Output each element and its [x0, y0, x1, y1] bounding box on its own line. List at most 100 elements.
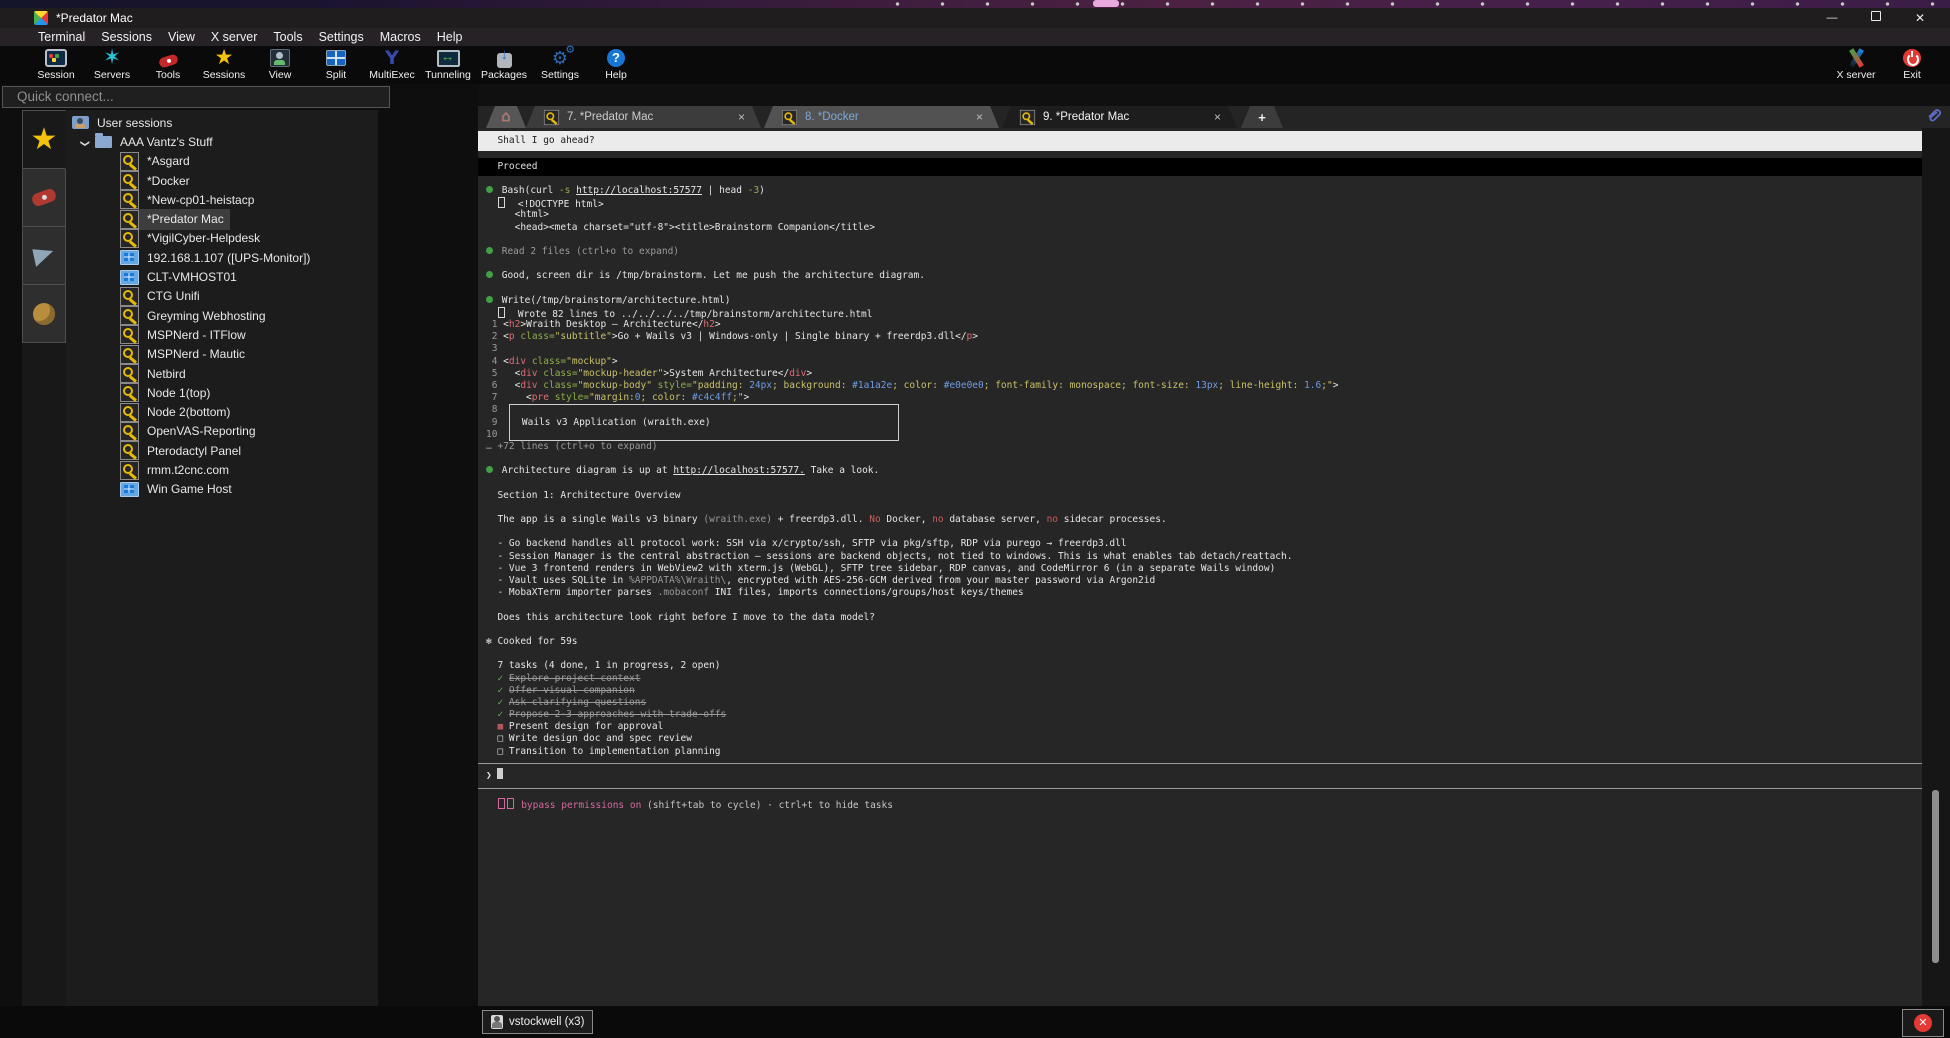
tree-item-node-2-bottom[interactable]: Node 2(bottom) — [66, 402, 378, 421]
tree-item-new-cp01-heistacp[interactable]: *New-cp01-heistacp — [66, 190, 378, 209]
toolbar-button-split[interactable]: Split — [308, 46, 364, 84]
xserver-icon — [1846, 46, 1866, 70]
toolbar-button-packages[interactable]: Packages — [476, 46, 532, 84]
attachment-paperclip-icon[interactable] — [1926, 108, 1944, 124]
terminal-line: - Go backend handles all protocol work: … — [478, 538, 1922, 550]
terminal-line: Write(/tmp/brainstorm/architecture.html) — [478, 295, 1922, 307]
tree-item-pterodactyl-panel[interactable]: Pterodactyl Panel — [66, 441, 378, 460]
view-icon — [270, 46, 290, 70]
prompt-input[interactable]: ❯ — [478, 763, 1922, 789]
terminal-output[interactable]: Shall I go ahead? Proceed Bash(curl -s h… — [478, 128, 1922, 1006]
tree-item-predator-mac[interactable]: *Predator Mac — [66, 209, 378, 228]
app-logo-icon — [34, 11, 48, 25]
terminal-line — [478, 258, 1922, 270]
terminal-line: … +72 lines (ctrl+o to expand) — [478, 441, 1922, 453]
menu-item-tools[interactable]: Tools — [265, 30, 310, 44]
menu-item-view[interactable]: View — [160, 30, 203, 44]
tree-item-mspnerd-itflow[interactable]: MSPNerd - ITFlow — [66, 325, 378, 344]
tree-item-openvas-reporting[interactable]: OpenVAS-Reporting — [66, 422, 378, 441]
title-bar[interactable]: *Predator Mac — ✕ — [0, 8, 1950, 28]
tree-item-192-168-1-107-ups-monitor[interactable]: 192.168.1.107 ([UPS-Monitor]) — [66, 248, 378, 267]
scrollbar-thumb[interactable] — [1932, 790, 1939, 963]
rail-tab-knife[interactable] — [22, 169, 66, 227]
tree-item-docker[interactable]: *Docker — [66, 171, 378, 190]
user-session-button[interactable]: vstockwell (x3) — [482, 1010, 593, 1034]
toolbar-button-help[interactable]: Help — [588, 46, 644, 84]
exit-button-container[interactable]: ✕ — [1902, 1009, 1944, 1037]
toolbar-label-multiexec: MultiExec — [369, 70, 415, 81]
menu-item-macros[interactable]: Macros — [372, 30, 429, 44]
toolbar-button-settings[interactable]: Settings — [532, 46, 588, 84]
toolbar-button-session[interactable]: Session — [28, 46, 84, 84]
toolbar-button-exit[interactable]: Exit — [1884, 46, 1940, 84]
tree-item-user-sessions[interactable]: User sessions — [66, 113, 378, 132]
tree-item-content: *Asgard — [120, 151, 196, 172]
tree-item-ctg-unifi[interactable]: CTG Unifi — [66, 287, 378, 306]
tree-item-netbird[interactable]: Netbird — [66, 364, 378, 383]
toolbar-button-multiexec[interactable]: MultiExec — [364, 46, 420, 84]
tab-close-icon[interactable]: × — [976, 110, 983, 124]
tab-label: 8. *Docker — [805, 111, 968, 123]
toolbar-button-servers[interactable]: Servers — [84, 46, 140, 84]
terminal-scrollbar[interactable] — [1922, 128, 1950, 1006]
tree-item-rmm-t2cnc-com[interactable]: rmm.t2cnc.com — [66, 460, 378, 479]
menu-item-help[interactable]: Help — [429, 30, 471, 44]
tab-7-predator-mac[interactable]: 7. *Predator Mac× — [526, 106, 761, 128]
tree-item-label: Win Game Host — [147, 482, 232, 496]
rail-tab-star[interactable] — [22, 110, 66, 169]
exit-x-icon[interactable]: ✕ — [1914, 1014, 1932, 1032]
menu-item-terminal[interactable]: Terminal — [30, 30, 93, 44]
terminal-line: 1 <h2>Wraith Desktop – Architecture</h2> — [478, 319, 1922, 331]
new-tab-button[interactable]: + — [1241, 106, 1283, 128]
split-icon — [326, 46, 346, 70]
tree-item-label: CTG Unifi — [147, 289, 200, 303]
key-icon — [544, 109, 559, 124]
tree-item-label: Node 2(bottom) — [147, 405, 230, 419]
terminal-line: Architecture diagram is up at http://loc… — [478, 465, 1922, 477]
terminal-line: ✓ Explore project context — [478, 673, 1922, 685]
tree-item-content: MSPNerd - ITFlow — [120, 324, 252, 345]
close-button[interactable]: ✕ — [1898, 8, 1942, 28]
tree-item-label: rmm.t2cnc.com — [147, 463, 229, 477]
tree-item-node-1-top[interactable]: Node 1(top) — [66, 383, 378, 402]
tree-item-label: 192.168.1.107 ([UPS-Monitor]) — [147, 251, 310, 265]
menu-item-sessions[interactable]: Sessions — [93, 30, 160, 44]
toolbar-button-tools[interactable]: Tools — [140, 46, 196, 84]
tree-item-greyming-webhosting[interactable]: Greyming Webhosting — [66, 306, 378, 325]
tree-item-win-game-host[interactable]: Win Game Host — [66, 480, 378, 499]
tree-item-mspnerd-mautic[interactable]: MSPNerd - Mautic — [66, 345, 378, 364]
menu-item-x-server[interactable]: X server — [203, 30, 266, 44]
toolbar-button-sessions[interactable]: Sessions — [196, 46, 252, 84]
rail-tab-plane[interactable] — [22, 227, 66, 285]
tab-close-icon[interactable]: × — [1214, 110, 1221, 124]
terminal-line: 8 — [478, 404, 1922, 416]
tree-item-content: CTG Unifi — [120, 286, 206, 307]
terminal-line — [478, 526, 1922, 538]
rail-tab-globe[interactable] — [22, 285, 66, 343]
quick-connect-input[interactable]: Quick connect... — [2, 86, 390, 108]
terminal-line: ✓ Ask clarifying questions — [478, 697, 1922, 709]
minimize-button[interactable]: — — [1810, 8, 1854, 28]
toolbar-button-tunneling[interactable]: Tunneling — [420, 46, 476, 84]
sessions-icon — [215, 48, 234, 69]
chevron-down-icon[interactable]: ❯ — [75, 135, 95, 149]
tree-item-vigilcyber-helpdesk[interactable]: *VigilCyber-Helpdesk — [66, 229, 378, 248]
sidebar-rail — [22, 110, 66, 343]
tab-close-icon[interactable]: × — [738, 110, 745, 124]
tree-item-asgard[interactable]: *Asgard — [66, 152, 378, 171]
tree-item-clt-vmhost01[interactable]: CLT-VMHOST01 — [66, 267, 378, 286]
maximize-button[interactable] — [1854, 8, 1898, 28]
tree-item-aaa-vantz-s-stuff[interactable]: ❯AAA Vantz's Stuff — [66, 132, 378, 151]
tools-icon — [159, 46, 178, 70]
split-icon — [326, 50, 346, 66]
tab-home[interactable] — [486, 106, 526, 128]
toolbar-button-x-server[interactable]: X server — [1828, 46, 1884, 84]
tab-9-predator-mac[interactable]: 9. *Predator Mac× — [1002, 106, 1237, 128]
terminal-line: Section 1: Architecture Overview — [478, 490, 1922, 502]
menu-item-settings[interactable]: Settings — [311, 30, 372, 44]
tab-8-docker[interactable]: 8. *Docker × — [764, 106, 999, 128]
toolbar-right-group: X serverExit — [1828, 46, 1940, 84]
background-taskbar-strip — [0, 0, 1950, 8]
tree-item-label: *New-cp01-heistacp — [147, 193, 254, 207]
toolbar-button-view[interactable]: View — [252, 46, 308, 84]
